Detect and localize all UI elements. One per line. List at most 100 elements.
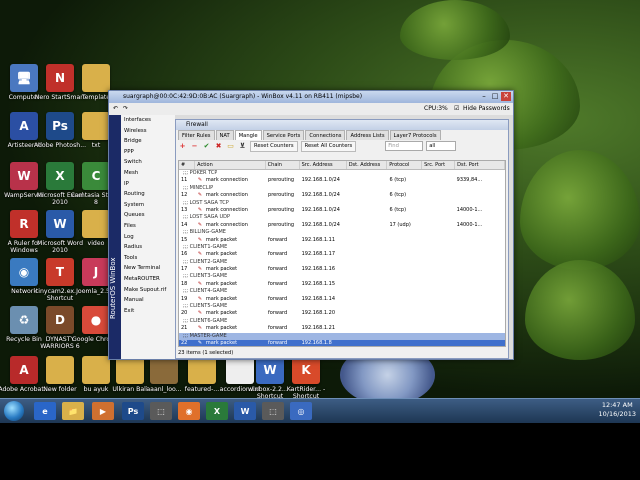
cell-src: 192.168.1.8 [301, 339, 332, 346]
filter-select[interactable]: all [426, 141, 457, 151]
table-row[interactable]: 17 mark packet ✎ forward 192.168.1.16 [179, 266, 505, 273]
firewall-tab[interactable]: Service Ports [262, 130, 305, 140]
column-header[interactable]: Action [195, 161, 266, 169]
menu-item[interactable]: MetaROUTER [121, 274, 175, 285]
taskbar-app-button[interactable]: ▶ [92, 402, 114, 420]
taskbar-app-button[interactable]: ◉ [178, 402, 200, 420]
table-row[interactable]: 13 mark connection ✎ prerouting 192.168.1.0/… [179, 207, 505, 214]
reset-counters-button[interactable]: Reset Counters [250, 140, 298, 152]
table-row[interactable]: 14 mark connection ✎ prerouting 192.168.1.0/… [179, 222, 505, 229]
table-comment-row[interactable]: ;;; CLIENT4-GAME [179, 288, 505, 295]
firewall-tab[interactable]: NAT [215, 130, 234, 140]
column-header[interactable]: Protocol [387, 161, 423, 169]
table-comment-row[interactable]: ;;; BILLING-GAME [179, 229, 505, 236]
taskbar-app-button[interactable]: 📁 [62, 402, 84, 420]
cell-src: 192.168.1.0/24 [301, 177, 340, 184]
taskbar-app-button[interactable]: e [34, 402, 56, 420]
add-icon[interactable]: + [178, 142, 187, 151]
table-row[interactable]: 16 mark packet ✎ forward 192.168.1.17 [179, 251, 505, 258]
cell-num: 13 [181, 206, 188, 213]
table-comment-row[interactable]: ;;; CLIENT5-GAME [179, 303, 505, 310]
menu-item[interactable]: Exit [121, 306, 175, 317]
table-row[interactable]: 12 mark connection ✎ prerouting 192.168.1.0/… [179, 192, 505, 199]
app-icon: ● [82, 306, 110, 334]
menu-item[interactable]: Mesh [121, 168, 175, 179]
menu-item[interactable]: Bridge [121, 136, 175, 147]
hide-passwords-label: Hide Passwords [463, 105, 510, 112]
taskbar-app-button[interactable]: ⬚ [150, 402, 172, 420]
reset-all-counters-button[interactable]: Reset All Counters [300, 140, 357, 152]
firewall-title[interactable]: Firewall [176, 120, 508, 130]
table-comment-row[interactable]: ;;; CLIENT6-GAME [179, 318, 505, 325]
table-comment-row[interactable]: ;;; MASTER-GAME [179, 332, 505, 340]
menu-item[interactable]: Manual [121, 295, 175, 306]
table-comment-row[interactable]: ;;; POKER TCP [179, 170, 505, 177]
filter-icon[interactable]: ⊻ [238, 142, 247, 151]
table-row[interactable]: 20 mark packet ✎ forward 192.168.1.20 [179, 310, 505, 317]
menu-item[interactable]: Routing [121, 189, 175, 200]
minimize-button[interactable]: – [479, 92, 489, 101]
cell-chain: forward [268, 310, 288, 317]
table-row[interactable]: 18 mark packet ✎ forward 192.168.1.15 [179, 281, 505, 288]
menu-item[interactable]: New Terminal [121, 263, 175, 274]
taskbar-app-button[interactable]: W [234, 402, 256, 420]
enable-icon[interactable]: ✔ [202, 142, 211, 151]
table-row[interactable]: 22 mark packet ✎ forward 192.168.1.8 [179, 339, 505, 346]
taskbar-app-button[interactable]: Ps [122, 402, 144, 420]
firewall-tab[interactable]: Filter Rules [178, 130, 215, 140]
system-clock[interactable]: 12:47 AM 10/16/2013 [599, 401, 636, 419]
menu-item[interactable]: Wireless [121, 126, 175, 137]
desktop-icon[interactable]: K KartRider... - Shortcut [278, 356, 334, 398]
table-comment-row[interactable]: ;;; CLIENT1-GAME [179, 244, 505, 251]
rule-comment: ;;; CLIENT2-GAME [183, 258, 228, 265]
table-row[interactable]: 19 mark packet ✎ forward 192.168.1.14 [179, 296, 505, 303]
table-comment-row[interactable]: ;;; CLIENT2-GAME [179, 259, 505, 266]
menu-item[interactable]: Queues [121, 210, 175, 221]
undo-icon[interactable]: ↶ [113, 103, 118, 115]
menu-item[interactable]: Files [121, 221, 175, 232]
taskbar-app-button[interactable]: ◎ [290, 402, 312, 420]
remove-icon[interactable]: − [190, 142, 199, 151]
maximize-button[interactable]: □ [490, 92, 500, 101]
table-comment-row[interactable]: ;;; MINECLIP [179, 185, 505, 192]
firewall-tab[interactable]: Layer7 Protocols [389, 130, 441, 140]
menu-item[interactable]: Switch [121, 157, 175, 168]
table-comment-row[interactable]: ;;; LOST SAGA UDP [179, 214, 505, 221]
disable-icon[interactable]: ✖ [214, 142, 223, 151]
taskbar-app-button[interactable]: X [206, 402, 228, 420]
menu-item[interactable]: Log [121, 232, 175, 243]
column-header[interactable]: # [179, 161, 196, 169]
table-row[interactable]: 21 mark packet ✎ forward 192.168.1.21 [179, 325, 505, 332]
column-header[interactable]: Chain [266, 161, 300, 169]
table-row[interactable]: 15 mark packet ✎ forward 192.168.1.11 [179, 237, 505, 244]
table-comment-row[interactable]: ;;; CLIENT3-GAME [179, 273, 505, 280]
column-header[interactable]: Src. Address [300, 161, 347, 169]
redo-icon[interactable]: ↷ [123, 103, 128, 115]
close-button[interactable]: ✕ [501, 92, 511, 101]
menu-item[interactable]: Radius [121, 242, 175, 253]
menu-item[interactable]: Interfaces [121, 115, 175, 126]
start-button[interactable] [4, 401, 24, 421]
table-row[interactable]: 11 mark connection ✎ prerouting 192.168.1.0/… [179, 177, 505, 184]
column-header[interactable]: Dst. Address [347, 161, 388, 169]
cell-chain: prerouting [268, 177, 295, 184]
menu-item[interactable]: Tools [121, 253, 175, 264]
menu-item[interactable]: IP [121, 179, 175, 190]
winbox-title-bar[interactable]: suargraph@00:0C:42:9D:0B:AC (Suargraph) … [109, 91, 513, 103]
menu-item[interactable]: Make Supout.rif [121, 285, 175, 296]
firewall-tab[interactable]: Address Lists [346, 130, 389, 140]
menu-item[interactable]: System [121, 200, 175, 211]
hide-passwords-checkbox[interactable]: ☑ [454, 103, 459, 115]
cell-src: 192.168.1.15 [301, 280, 336, 287]
firewall-tab[interactable]: Connections [305, 130, 346, 140]
menu-item[interactable]: PPP [121, 147, 175, 158]
app-icon [82, 112, 110, 140]
taskbar-app-button[interactable]: ⬚ [262, 402, 284, 420]
comment-icon[interactable]: ▭ [226, 142, 235, 151]
column-header[interactable]: Dst. Port [455, 161, 505, 169]
find-input[interactable]: Find [385, 141, 424, 151]
column-header[interactable]: Src. Port [422, 161, 456, 169]
table-comment-row[interactable]: ;;; LOST SAGA TCP [179, 200, 505, 207]
firewall-tab[interactable]: Mangle [234, 130, 262, 140]
cell-src: 192.168.1.11 [301, 236, 336, 243]
